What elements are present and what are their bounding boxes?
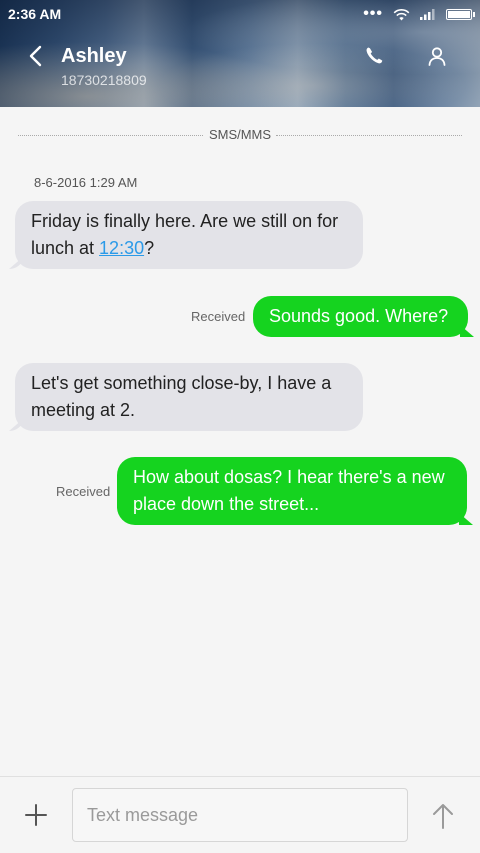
back-arrow-icon[interactable]: [22, 42, 50, 70]
delivery-status: Received: [56, 484, 111, 499]
message-text: Let's get something close-by, I have a m…: [31, 373, 332, 420]
channel-divider: SMS/MMS: [18, 127, 462, 143]
contact-name: Ashley: [61, 45, 127, 67]
message-text: How about dosas? I hear there's a new pl…: [133, 467, 445, 514]
message-text: Friday is finally here. Are we still on …: [31, 211, 339, 258]
status-time: 2:36 AM: [8, 6, 62, 22]
phone-icon[interactable]: [362, 44, 386, 68]
message-text-suffix: ?: [144, 238, 155, 258]
message-text: Sounds good. Where?: [269, 306, 449, 326]
status-bar: 2:36 AM •••: [0, 0, 480, 28]
message-timestamp: 8-6-2016 1:29 AM: [34, 175, 138, 190]
signal-icon: [420, 9, 435, 20]
composer-bar: [0, 776, 480, 853]
outgoing-message-bubble[interactable]: How about dosas? I hear there's a new pl…: [117, 457, 467, 525]
conversation-header: 2:36 AM ••• Ashley 18730218809: [0, 0, 480, 107]
message-input[interactable]: [72, 788, 408, 842]
delivery-status: Received: [191, 309, 246, 324]
battery-icon: [446, 8, 475, 20]
incoming-message-bubble[interactable]: Friday is finally here. Are we still on …: [15, 201, 363, 269]
plus-icon[interactable]: [22, 801, 50, 829]
time-link[interactable]: 12:30: [99, 238, 144, 258]
contact-number: 18730218809: [61, 72, 147, 88]
send-arrow-icon[interactable]: [430, 801, 456, 831]
more-dots-icon: •••: [363, 5, 383, 22]
channel-label: SMS/MMS: [206, 127, 274, 142]
person-icon[interactable]: [425, 44, 449, 68]
outgoing-message-bubble[interactable]: Sounds good. Where?: [253, 296, 468, 337]
incoming-message-bubble[interactable]: Let's get something close-by, I have a m…: [15, 363, 363, 431]
wifi-icon: [393, 8, 410, 20]
status-icons: •••: [363, 5, 475, 22]
